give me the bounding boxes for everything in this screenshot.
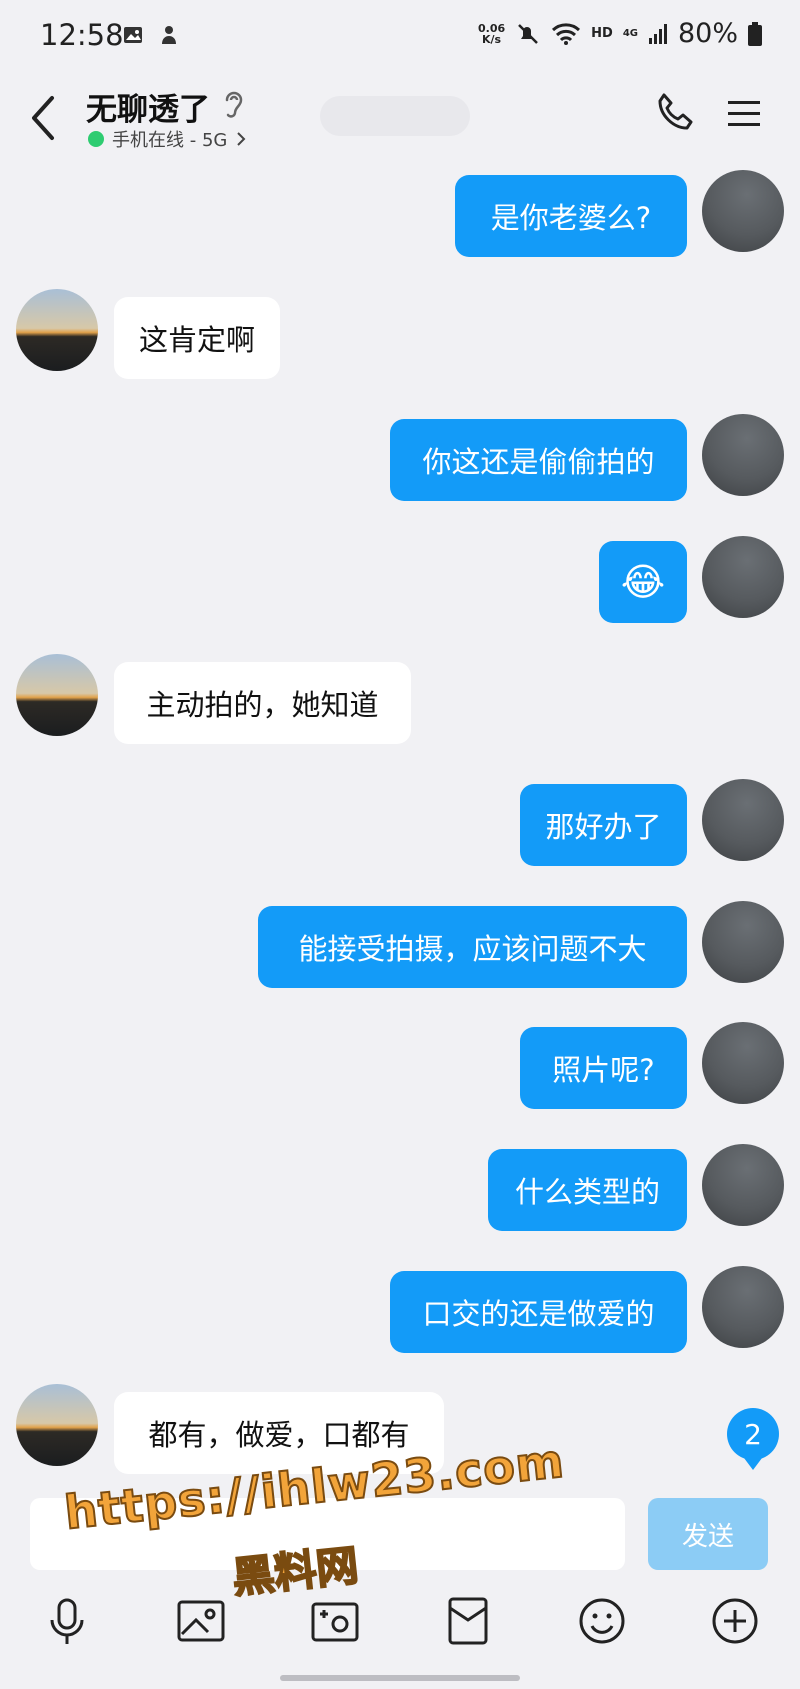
app-notification-icon — [162, 26, 176, 44]
message-bubble-sent-emoji[interactable]: 😂 — [599, 541, 687, 623]
phone-call-icon[interactable] — [652, 90, 698, 136]
message-bubble-sent[interactable]: 什么类型的 — [488, 1149, 687, 1231]
message-bubble-sent[interactable]: 能接受拍摄，应该问题不大 — [258, 906, 687, 988]
my-avatar[interactable] — [702, 901, 784, 983]
online-status[interactable]: 手机在线 - 5G — [88, 126, 247, 152]
hd-indicator: HD — [591, 26, 613, 41]
message-bubble-sent[interactable]: 是你老婆么? — [455, 175, 687, 257]
plus-icon[interactable] — [708, 1594, 762, 1648]
chevron-right-icon — [237, 132, 246, 146]
back-icon[interactable] — [24, 90, 64, 146]
unread-count-badge[interactable]: 2 — [727, 1408, 779, 1470]
status-time: 12:58 — [40, 18, 124, 52]
message-bubble-sent[interactable]: 照片呢? — [520, 1027, 687, 1109]
message-bubble-sent[interactable]: 你这还是偷偷拍的 — [390, 419, 687, 501]
wifi-icon — [552, 22, 581, 45]
signal-icon — [648, 23, 667, 44]
contact-name[interactable]: 无聊透了 — [86, 84, 210, 129]
my-avatar[interactable] — [702, 170, 784, 252]
emoji-icon[interactable] — [575, 1594, 629, 1648]
home-indicator[interactable] — [280, 1675, 520, 1681]
message-bubble-sent[interactable]: 口交的还是做爱的 — [390, 1271, 687, 1353]
menu-icon[interactable] — [726, 98, 762, 130]
microphone-icon[interactable] — [40, 1594, 94, 1648]
status-bar: 12:58 0.06 K/s HD 4G 80% — [0, 0, 800, 76]
contact-avatar[interactable] — [16, 1384, 98, 1466]
mute-icon — [518, 23, 539, 44]
network-speed-unit: K/s — [482, 32, 502, 46]
blurred-region — [320, 96, 470, 136]
network-speed-value: 0.06 — [478, 21, 506, 35]
my-avatar[interactable] — [702, 414, 784, 496]
network-speed: 0.06 K/s — [478, 23, 505, 45]
signal-type: 4G — [622, 28, 638, 39]
camera-icon[interactable] — [308, 1594, 362, 1648]
contact-avatar[interactable] — [16, 289, 98, 371]
message-list[interactable]: 是你老婆么? 这肯定啊 你这还是偷偷拍的 😂 主动拍的，她知道 那好办了 能接受… — [0, 164, 800, 1486]
my-avatar[interactable] — [702, 779, 784, 861]
battery-icon — [748, 21, 762, 46]
online-status-text: 手机在线 - 5G — [112, 130, 228, 151]
message-bubble-received[interactable]: 都有，做爱，口都有 — [114, 1392, 444, 1474]
input-toolbar — [0, 1594, 800, 1664]
message-bubble-received[interactable]: 主动拍的，她知道 — [114, 662, 411, 744]
my-avatar[interactable] — [702, 1022, 784, 1104]
earpiece-mode-icon[interactable] — [222, 88, 246, 122]
message-bubble-received[interactable]: 这肯定啊 — [114, 297, 280, 379]
red-packet-icon[interactable] — [441, 1594, 495, 1648]
gallery-notification-icon — [124, 27, 142, 43]
my-avatar[interactable] — [702, 536, 784, 618]
message-bubble-sent[interactable]: 那好办了 — [520, 784, 687, 866]
status-notification-icons — [122, 24, 180, 46]
chat-header: 无聊透了 手机在线 - 5G — [0, 76, 800, 164]
message-input[interactable] — [30, 1498, 625, 1570]
battery-level: 80% — [677, 18, 738, 49]
my-avatar[interactable] — [702, 1144, 784, 1226]
contact-avatar[interactable] — [16, 654, 98, 736]
input-bar: 发送 https://ihlw23.com 黑料网 — [0, 1433, 800, 1689]
my-avatar[interactable] — [702, 1266, 784, 1348]
online-dot — [88, 131, 104, 147]
image-icon[interactable] — [174, 1594, 228, 1648]
send-button[interactable]: 发送 — [648, 1498, 768, 1570]
status-right-icons: 0.06 K/s HD 4G 80% — [478, 18, 762, 49]
